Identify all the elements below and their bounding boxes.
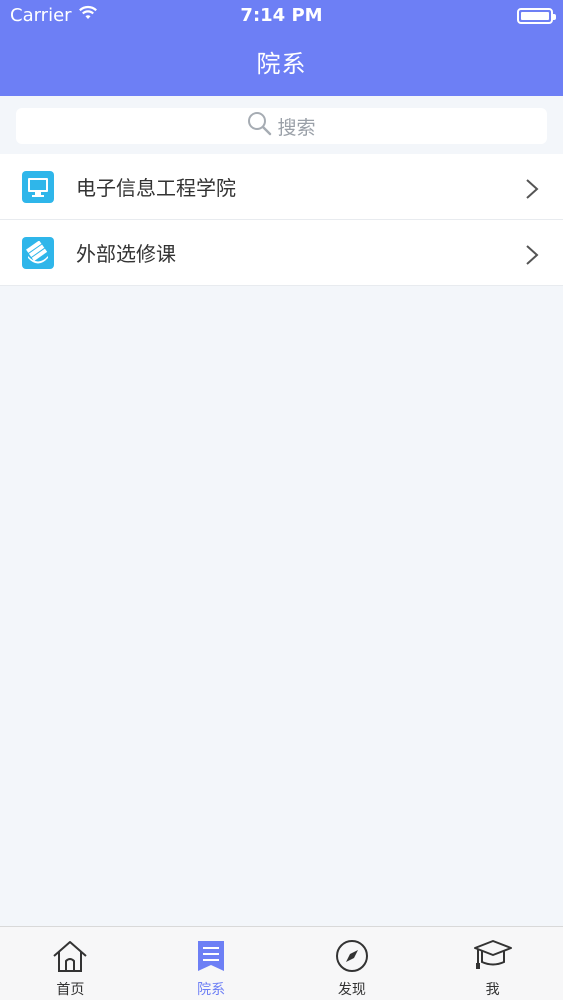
tab-departments[interactable]: 院系 — [141, 927, 282, 1000]
tab-label: 我 — [485, 982, 500, 998]
chevron-right-icon — [525, 244, 539, 270]
search-input[interactable]: 搜索 — [16, 108, 547, 144]
tab-label: 发现 — [337, 982, 366, 998]
page-title: 院系 — [256, 50, 307, 78]
tab-label: 院系 — [197, 982, 226, 998]
tab-label: 首页 — [56, 982, 85, 998]
search-icon — [247, 111, 277, 142]
search-section: 搜索 — [0, 96, 563, 154]
status-time: 7:14 PM — [240, 5, 323, 26]
tab-home[interactable]: 首页 — [0, 927, 141, 1000]
tab-discover[interactable]: 发现 — [282, 927, 423, 1000]
compass-icon — [334, 939, 370, 977]
home-icon — [51, 939, 89, 977]
chevron-right-icon — [525, 178, 539, 204]
navigation-header: Carrier 7:14 PM 院系 — [0, 0, 563, 96]
list-item-electronic-info[interactable]: 电子信息工程学院 — [0, 154, 563, 220]
battery-icon — [517, 8, 556, 24]
monitor-icon — [22, 170, 54, 203]
search-placeholder: 搜索 — [277, 116, 316, 139]
book-stack-icon — [22, 236, 54, 269]
graduation-cap-icon — [473, 939, 513, 977]
list-icon — [196, 939, 226, 977]
list-item-external-electives[interactable]: 外部选修课 — [0, 220, 563, 286]
status-bar: Carrier 7:14 PM — [0, 0, 563, 32]
department-list: 电子信息工程学院 外部选修课 — [0, 154, 563, 286]
list-item-label: 外部选修课 — [76, 242, 176, 266]
tab-me[interactable]: 我 — [422, 927, 563, 1000]
list-item-label: 电子信息工程学院 — [76, 176, 236, 200]
tab-bar: 首页 院系 发现 我 — [0, 926, 563, 1000]
